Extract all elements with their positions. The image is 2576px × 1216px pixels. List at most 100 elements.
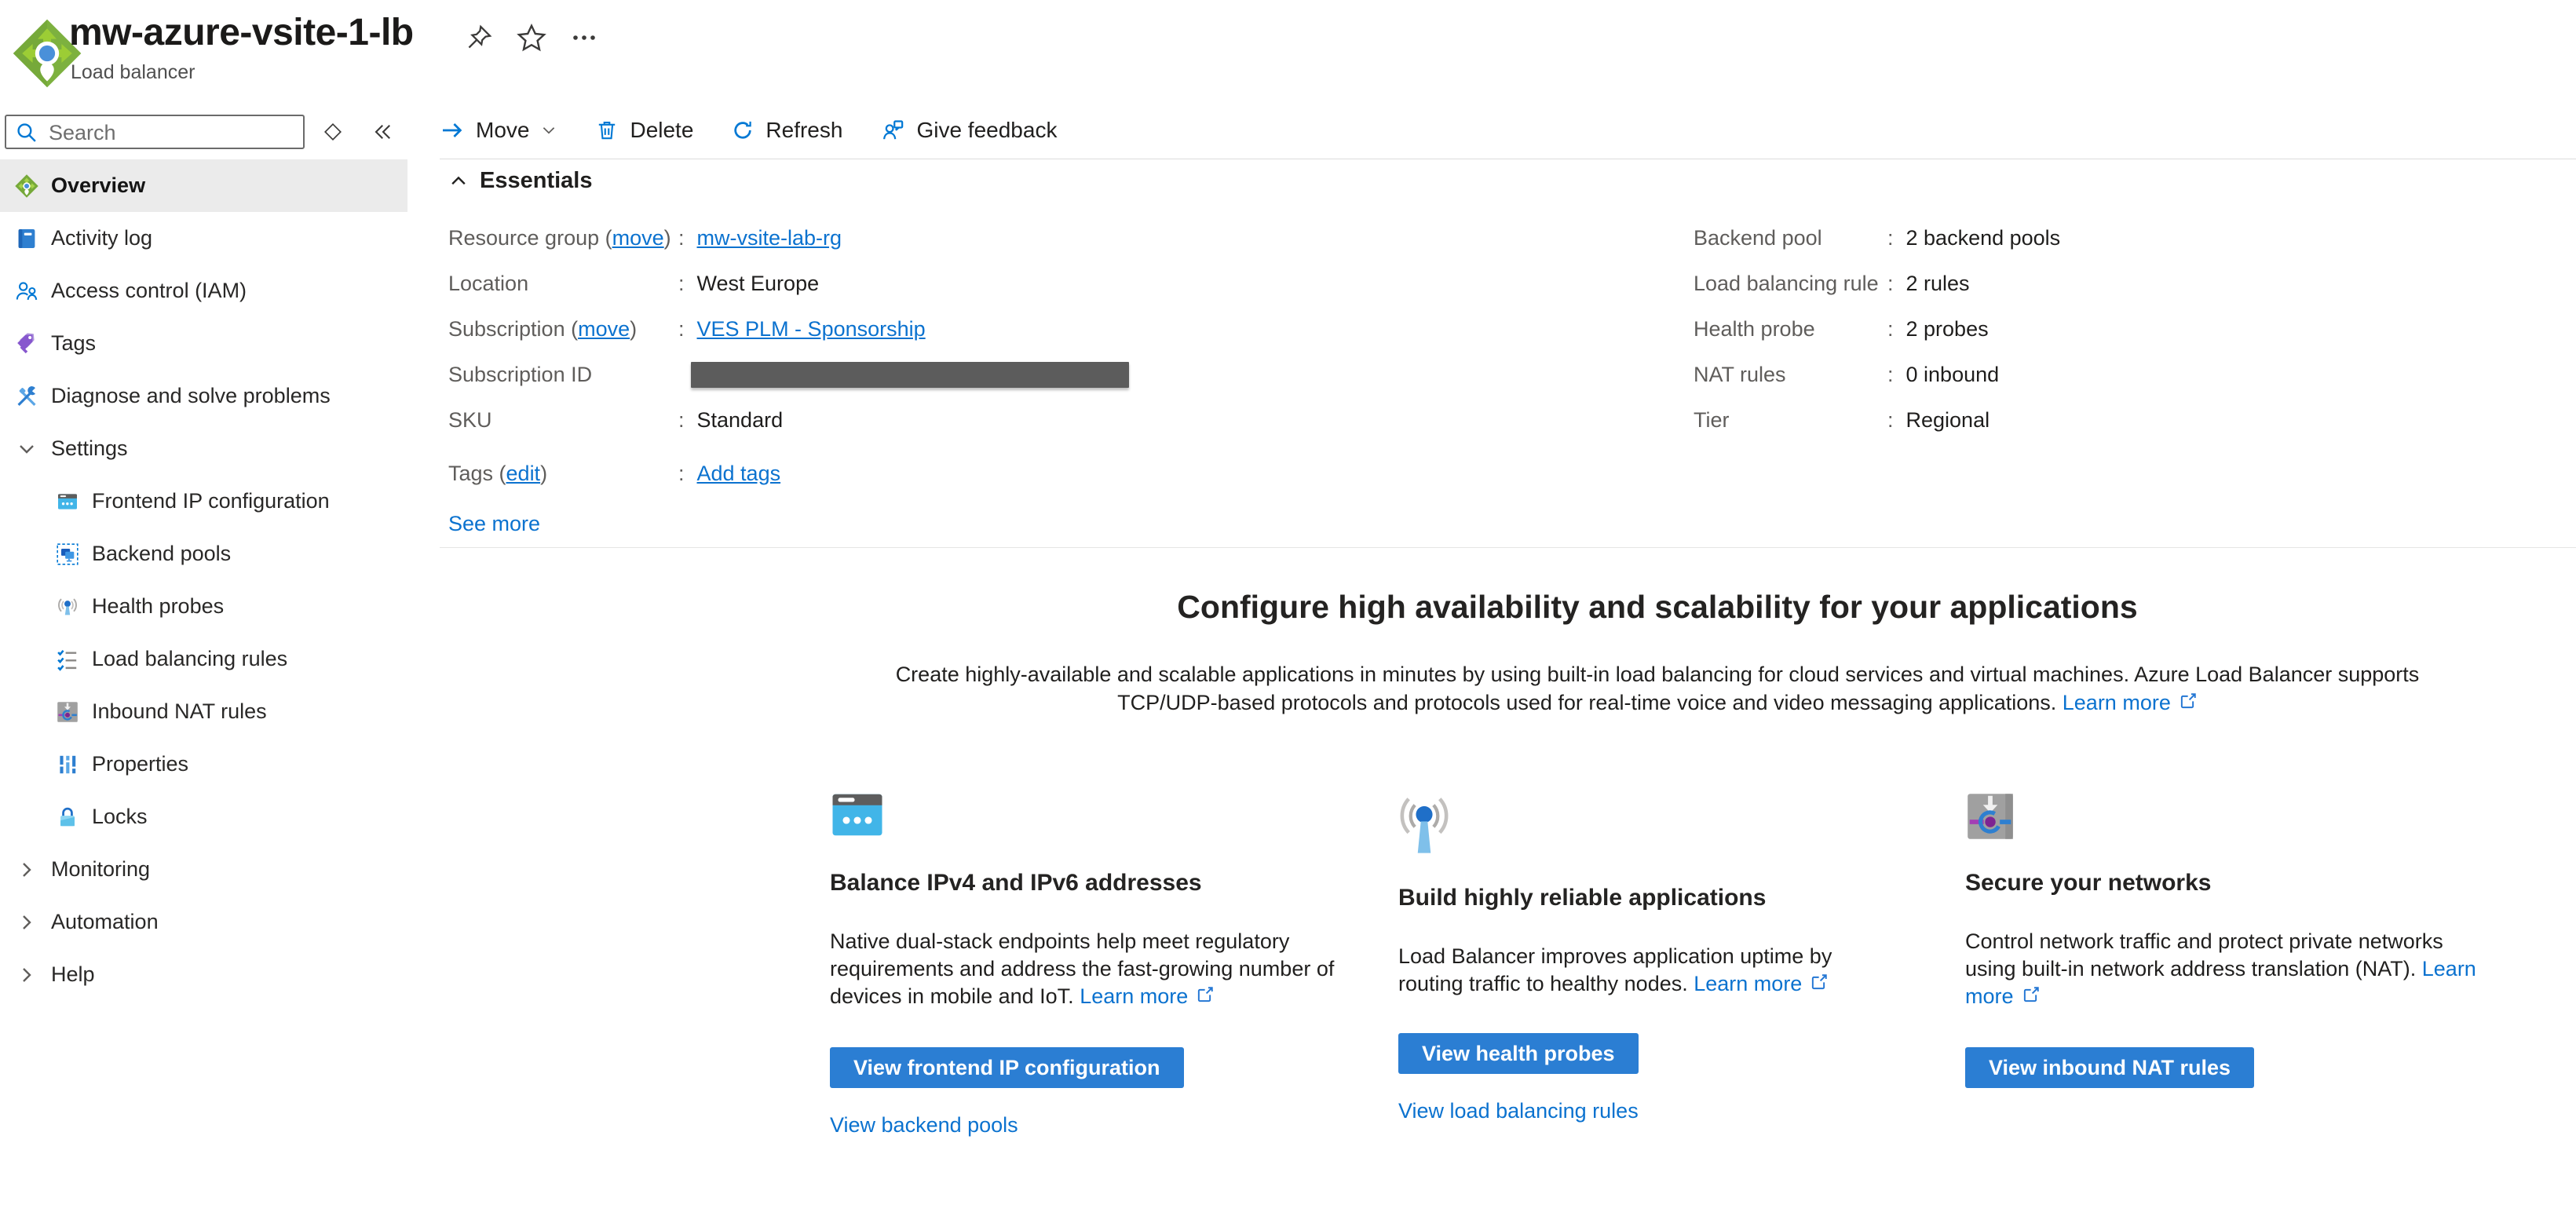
resource-type-label: Load balancer (71, 61, 195, 84)
chevron-right-icon (14, 962, 39, 988)
essentials-row-health-probe: Health probe: 2 probes (1694, 316, 2060, 342)
sidebar-item-label: Health probes (92, 594, 224, 619)
essentials-title: Essentials (480, 168, 592, 194)
dock-diamond-icon[interactable] (316, 116, 350, 148)
essentials-divider (440, 547, 2576, 548)
activity-log-icon (14, 226, 39, 251)
resource-group-link[interactable]: mw-vsite-lab-rg (697, 226, 842, 250)
chevron-down-icon (540, 122, 557, 139)
feedback-icon (880, 118, 905, 143)
trash-icon (595, 119, 619, 142)
favorite-star-icon[interactable] (514, 20, 549, 55)
ellipsis-icon[interactable] (567, 20, 601, 55)
external-link-icon (2177, 691, 2198, 719)
essentials-toggle[interactable]: Essentials (448, 168, 592, 194)
sku-value: Standard (697, 408, 784, 433)
sidebar-item-label: Frontend IP configuration (92, 489, 330, 513)
essentials-right-column: Backend pool: 2 backend pools Load balan… (1694, 225, 2060, 452)
external-link-icon (2020, 985, 2041, 1013)
view-lb-rules-link[interactable]: View load balancing rules (1398, 1099, 1901, 1123)
see-more-link[interactable]: See more (448, 512, 540, 536)
health-probes-icon (55, 594, 80, 619)
view-health-probes-button[interactable]: View health probes (1398, 1033, 1639, 1074)
sidebar-group-label: Settings (51, 436, 128, 461)
view-inbound-nat-button[interactable]: View inbound NAT rules (1965, 1047, 2254, 1088)
tags-icon (14, 331, 39, 356)
card-balance-ip: Balance IPv4 and IPv6 addresses Native d… (830, 791, 1344, 1137)
card-title: Build highly reliable applications (1398, 885, 1901, 911)
card-title: Secure your networks (1965, 870, 2493, 896)
pin-icon[interactable] (462, 20, 496, 55)
chevron-right-icon (14, 910, 39, 935)
sidebar-item-health-probes[interactable]: Health probes (0, 580, 407, 633)
get-started-heading: Configure high availability and scalabil… (739, 589, 2576, 626)
sidebar-item-frontend-ip[interactable]: Frontend IP configuration (0, 475, 407, 528)
refresh-button[interactable]: Refresh (731, 118, 842, 143)
sidebar-item-lb-rules[interactable]: Load balancing rules (0, 633, 407, 685)
essentials-row-subscription-id: Subscription ID (448, 361, 1129, 388)
inbound-nat-card-icon (1965, 791, 2493, 846)
sidebar-item-inbound-nat[interactable]: Inbound NAT rules (0, 685, 407, 738)
sidebar-item-label: Diagnose and solve problems (51, 384, 331, 408)
add-tags-link[interactable]: Add tags (697, 462, 781, 486)
sidebar-group-settings[interactable]: Settings (0, 422, 407, 475)
row-label: Tags (edit) (448, 462, 678, 486)
nat-rules-value: 0 inbound (1906, 363, 2000, 387)
sidebar-item-access-control[interactable]: Access control (IAM) (0, 265, 407, 317)
sidebar-group-help[interactable]: Help (0, 948, 407, 1001)
essentials-left-column: Resource group (move) : mw-vsite-lab-rg … (448, 225, 1129, 506)
collapse-menu-icon[interactable] (366, 116, 400, 148)
edit-tags-link[interactable]: edit (506, 462, 541, 485)
learn-more-link[interactable]: Learn more (1080, 984, 1215, 1008)
sidebar-item-label: Access control (IAM) (51, 279, 247, 303)
frontend-ip-icon (55, 489, 80, 514)
sidebar-item-backend-pools[interactable]: Backend pools (0, 528, 407, 580)
sidebar-item-tags[interactable]: Tags (0, 317, 407, 370)
sidebar-item-label: Tags (51, 331, 96, 356)
tier-value: Regional (1906, 408, 1990, 433)
move-button[interactable]: Move (440, 118, 557, 143)
subscription-link[interactable]: VES PLM - Sponsorship (697, 317, 926, 341)
sidebar-item-activity-log[interactable]: Activity log (0, 212, 407, 265)
search-input[interactable] (47, 116, 301, 149)
sidebar-item-label: Inbound NAT rules (92, 699, 267, 724)
learn-more-link[interactable]: Learn more (2063, 691, 2198, 714)
load-balancing-rules-icon (55, 647, 80, 672)
view-backend-pools-link[interactable]: View backend pools (830, 1113, 1344, 1137)
backend-pools-icon (55, 542, 80, 567)
row-label: Location (448, 272, 678, 296)
delete-button[interactable]: Delete (595, 118, 693, 143)
overview-icon (14, 173, 39, 199)
view-frontend-ip-button[interactable]: View frontend IP configuration (830, 1047, 1184, 1088)
sidebar-item-label: Load balancing rules (92, 647, 287, 671)
row-label: Resource group (move) (448, 226, 678, 250)
refresh-icon (731, 119, 755, 142)
row-label: Subscription (move) (448, 317, 678, 341)
sidebar-item-overview[interactable]: Overview (0, 159, 407, 212)
move-arrow-icon (440, 118, 465, 143)
card-body: Load Balancer improves application uptim… (1398, 943, 1901, 1000)
essentials-row-resource-group: Resource group (move) : mw-vsite-lab-rg (448, 225, 1129, 251)
sidebar-search (5, 115, 305, 149)
essentials-row-nat-rules: NAT rules: 0 inbound (1694, 361, 2060, 388)
move-subscription-link[interactable]: move (578, 317, 630, 341)
move-resource-group-link[interactable]: move (612, 226, 664, 250)
diagnose-tools-icon (14, 384, 39, 409)
get-started-section: Configure high availability and scalabil… (739, 589, 2576, 719)
sidebar-group-monitoring[interactable]: Monitoring (0, 843, 407, 896)
row-label: SKU (448, 408, 678, 433)
essentials-row-backend-pool: Backend pool: 2 backend pools (1694, 225, 2060, 251)
give-feedback-button[interactable]: Give feedback (880, 118, 1057, 143)
sidebar-item-diagnose[interactable]: Diagnose and solve problems (0, 370, 407, 422)
chevron-right-icon (14, 857, 39, 882)
sidebar-group-automation[interactable]: Automation (0, 896, 407, 948)
sidebar-item-locks[interactable]: Locks (0, 791, 407, 843)
command-bar: Move Delete Refresh Give feedback (440, 103, 1057, 158)
essentials-row-sku: SKU : Standard (448, 407, 1129, 433)
sidebar-item-properties[interactable]: Properties (0, 738, 407, 791)
sidebar-item-label: Locks (92, 805, 148, 829)
give-feedback-label: Give feedback (916, 118, 1057, 143)
lock-icon (55, 805, 80, 830)
learn-more-link[interactable]: Learn more (1694, 972, 1829, 995)
row-label: Subscription ID (448, 363, 678, 387)
